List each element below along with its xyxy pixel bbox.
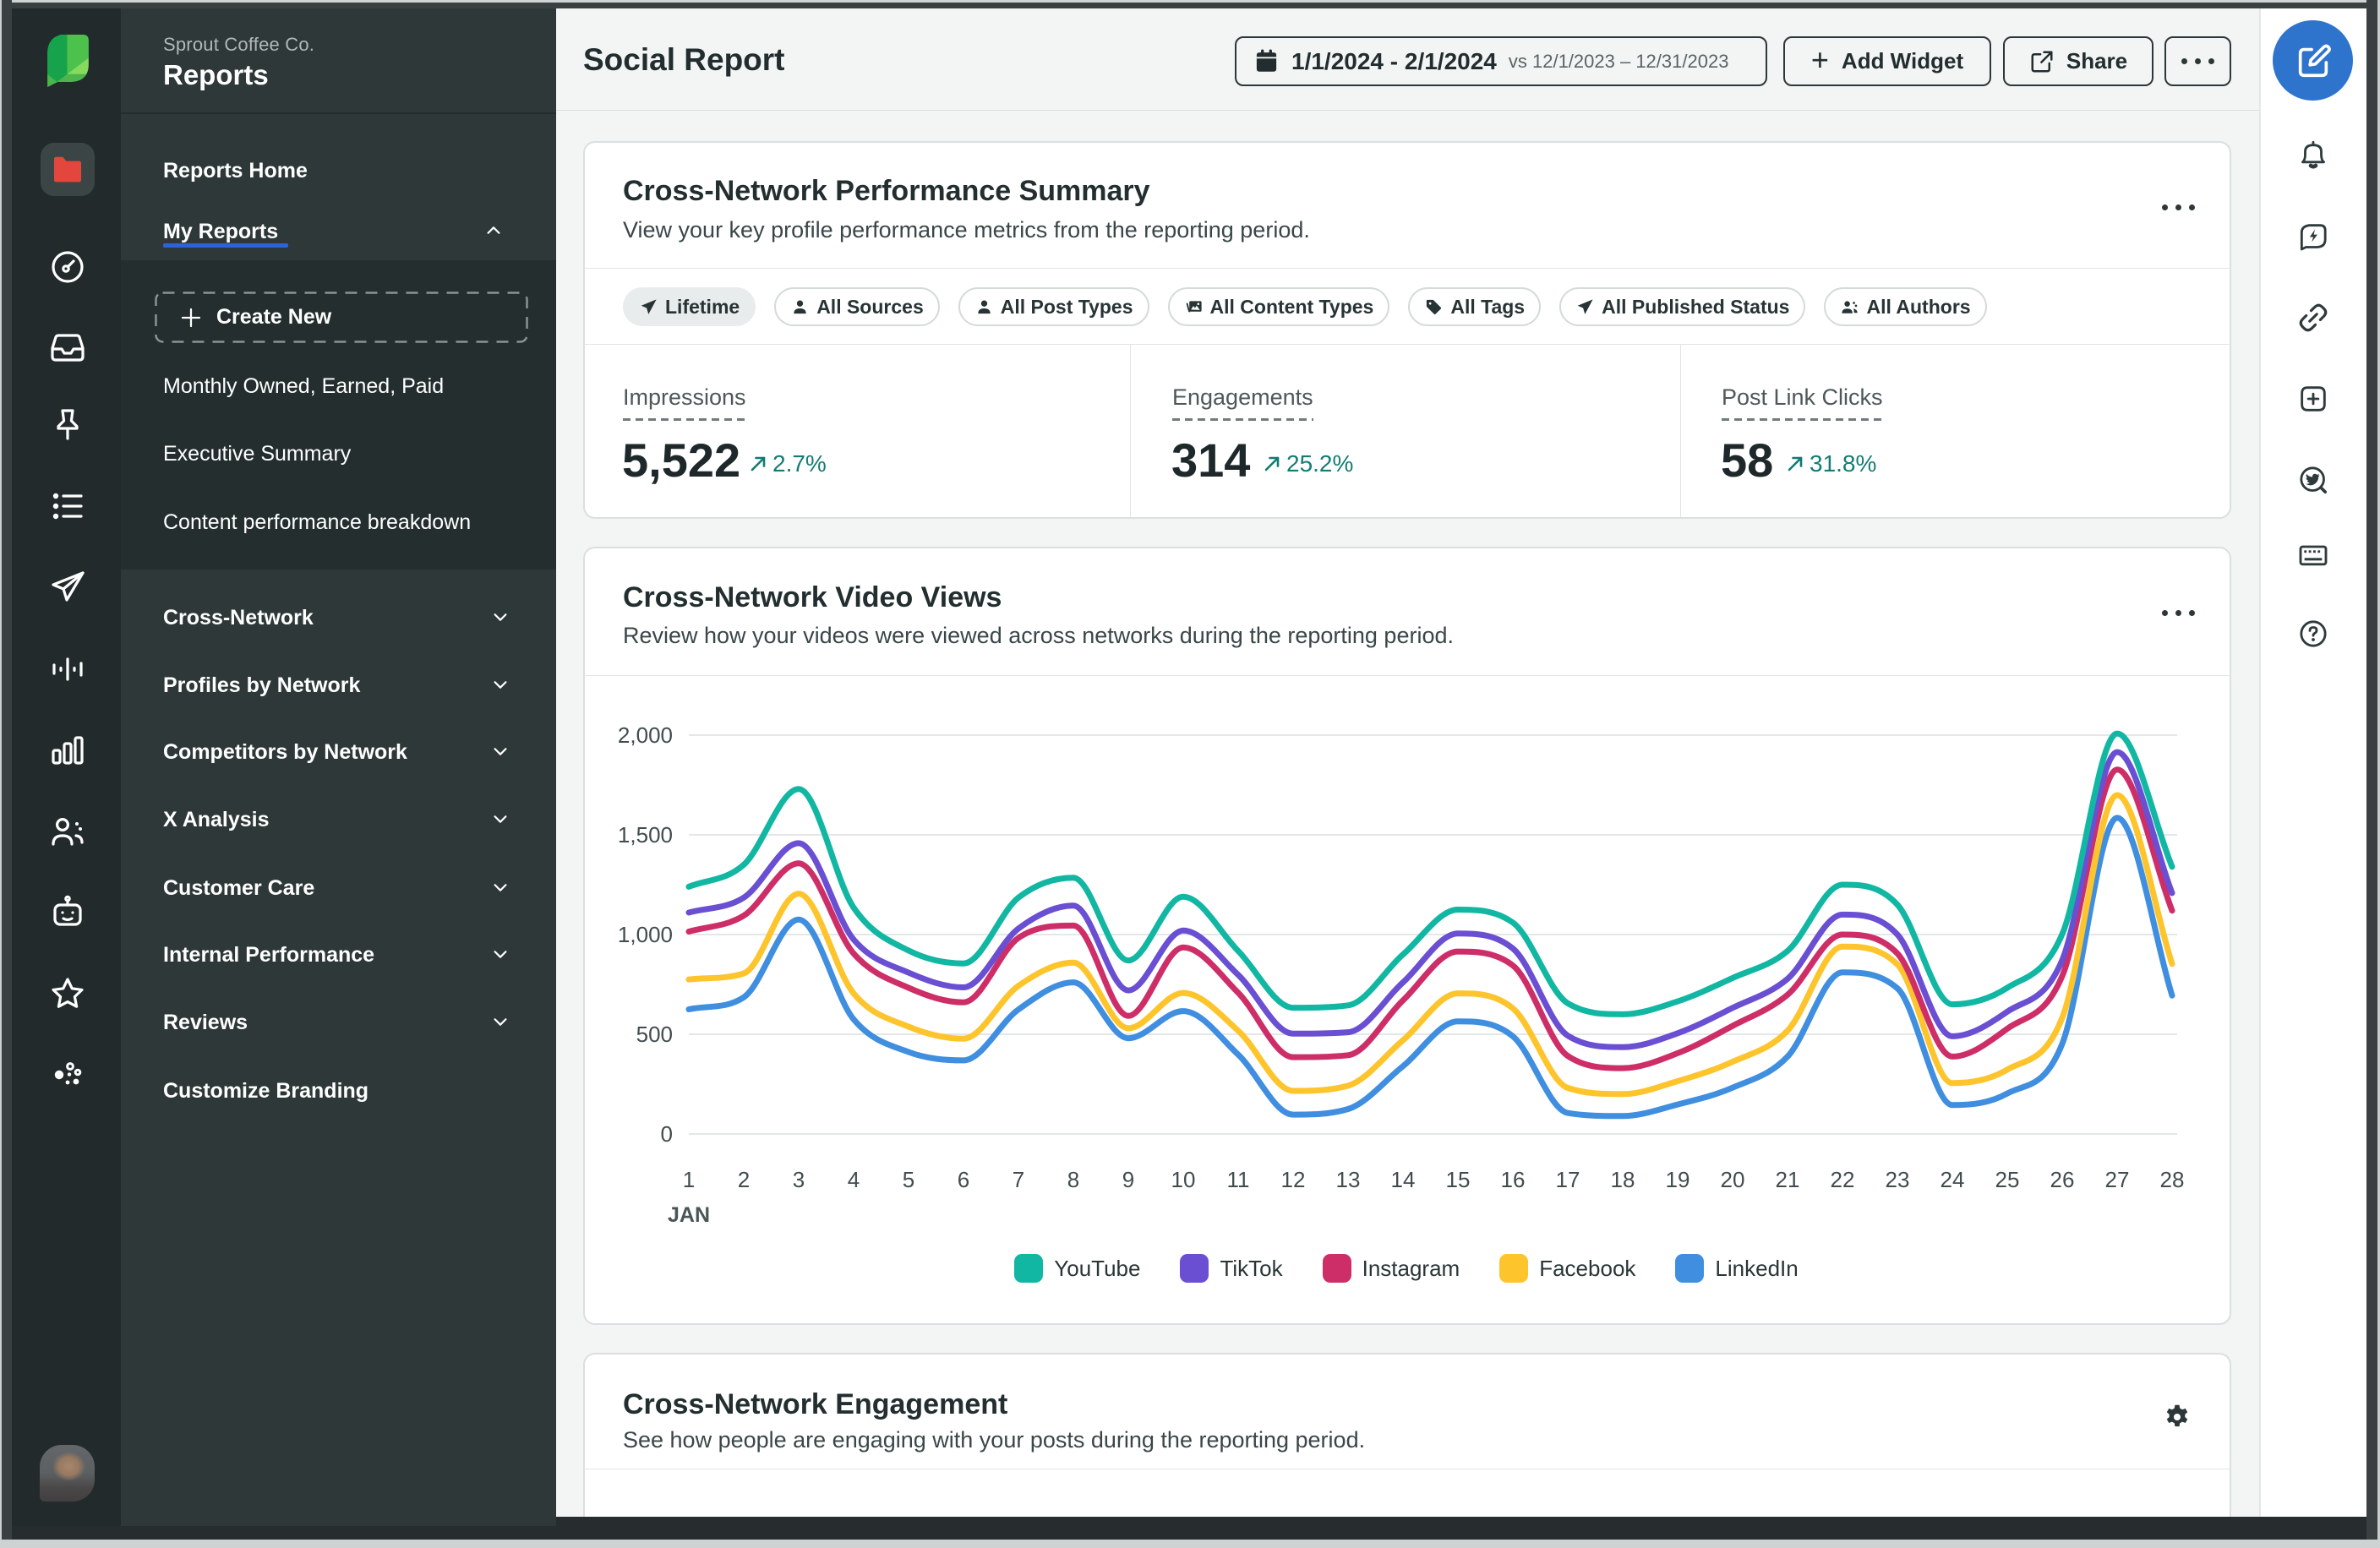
svg-text:27: 27 xyxy=(2105,1167,2130,1192)
svg-text:5: 5 xyxy=(903,1167,914,1192)
svg-text:23: 23 xyxy=(1886,1167,1910,1192)
svg-text:6: 6 xyxy=(958,1167,969,1192)
svg-text:8: 8 xyxy=(1067,1167,1079,1192)
svg-text:22: 22 xyxy=(1831,1167,1855,1192)
svg-text:9: 9 xyxy=(1122,1167,1134,1192)
svg-text:26: 26 xyxy=(2050,1167,2075,1192)
svg-text:20: 20 xyxy=(1721,1167,1745,1192)
svg-text:28: 28 xyxy=(2160,1167,2185,1192)
svg-text:4: 4 xyxy=(848,1167,860,1192)
svg-text:0: 0 xyxy=(661,1121,673,1147)
svg-text:3: 3 xyxy=(793,1167,805,1192)
svg-text:2: 2 xyxy=(738,1167,750,1192)
svg-text:24: 24 xyxy=(1941,1167,1965,1192)
svg-text:1,000: 1,000 xyxy=(618,922,673,947)
svg-text:15: 15 xyxy=(1446,1167,1471,1192)
svg-text:2,000: 2,000 xyxy=(618,722,673,748)
svg-text:25: 25 xyxy=(1995,1167,2020,1192)
svg-text:14: 14 xyxy=(1391,1167,1416,1192)
svg-text:10: 10 xyxy=(1171,1167,1196,1192)
svg-text:7: 7 xyxy=(1013,1167,1024,1192)
svg-text:JAN: JAN xyxy=(668,1203,710,1227)
svg-text:18: 18 xyxy=(1611,1167,1635,1192)
svg-text:11: 11 xyxy=(1227,1167,1250,1192)
svg-text:21: 21 xyxy=(1776,1167,1800,1192)
svg-text:19: 19 xyxy=(1666,1167,1690,1192)
svg-text:500: 500 xyxy=(636,1022,673,1047)
svg-text:13: 13 xyxy=(1336,1167,1361,1192)
svg-text:17: 17 xyxy=(1556,1167,1580,1192)
svg-text:1: 1 xyxy=(683,1167,695,1192)
svg-text:12: 12 xyxy=(1281,1167,1306,1192)
svg-text:16: 16 xyxy=(1501,1167,1526,1192)
svg-text:1,500: 1,500 xyxy=(618,822,673,848)
